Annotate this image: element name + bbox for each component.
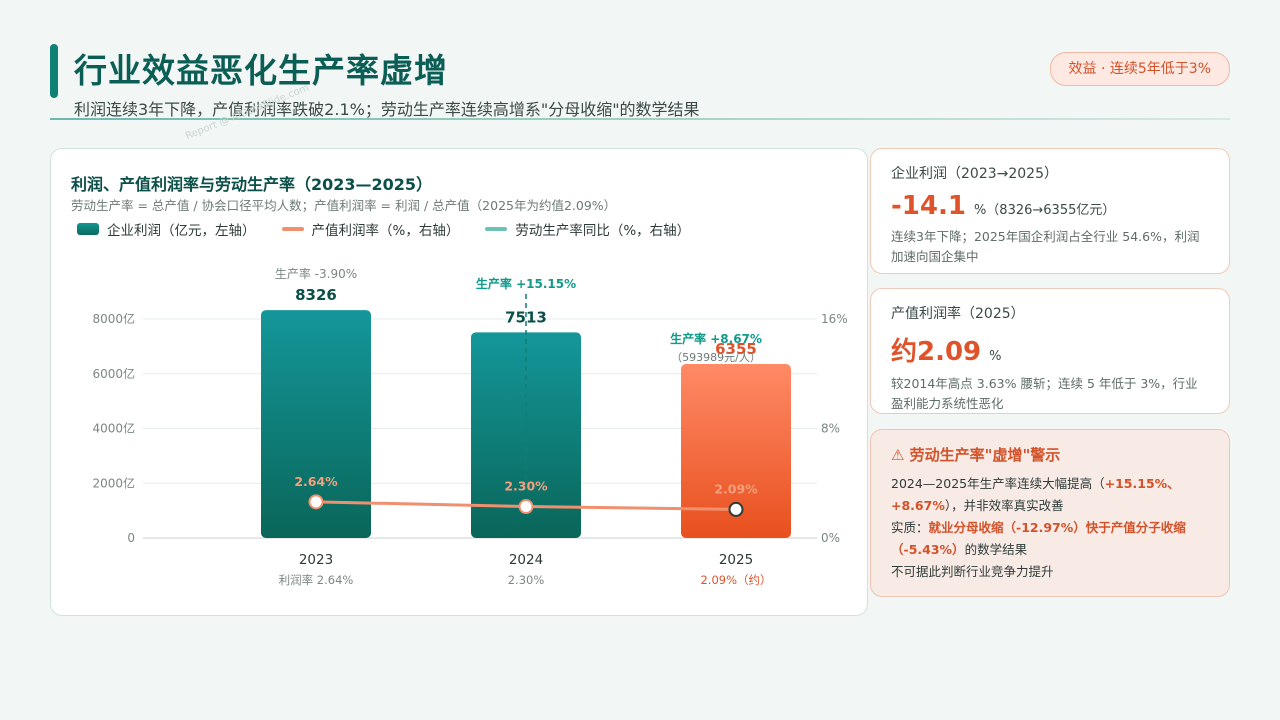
rate-point-2023 — [308, 494, 324, 510]
x-sublabel: 2.09%（约） — [700, 573, 771, 587]
y-right-tick-label: 8% — [821, 422, 840, 436]
y-right-tick-label: 16% — [821, 312, 848, 326]
page-subtitle: 利润连续3年下降，产值利润率跌破2.1%；劳动生产率连续高增系"分母收缩"的数学… — [74, 100, 700, 119]
y-left-tick-label: 6000亿 — [92, 366, 135, 381]
profit-chart: 02000亿4000亿6000亿8000亿0%8%16%832675136355… — [92, 266, 848, 587]
x-sublabel: 2.30% — [508, 573, 545, 587]
kpi-label-profit: 企业利润（2023→2025） — [891, 166, 1058, 182]
kpi-note-margin: 较2014年高点 3.63% 腰斩；连续 5 年低于 3%，行业盈利能力系统性恶… — [891, 376, 1198, 411]
warning-card: ⚠ 劳动生产率"虚增"警示 2024—2025年生产率连续大幅提高（+15.15… — [870, 429, 1230, 597]
kpi-value-margin: 约2.09 — [891, 337, 982, 367]
status-badge: 效益 · 连续5年低于3% — [1049, 52, 1230, 86]
kpi-note-profit: 连续3年下降；2025年国企利润占全行业 54.6%，利润加速向国企集中 — [891, 229, 1200, 264]
warning-highlight: 就业分母收缩（-12.97%）快于产值分子收缩（-5.43%） — [891, 520, 1186, 557]
x-tick-label: 2024 — [509, 552, 543, 568]
warning-text: 实质： — [891, 520, 929, 535]
x-tick-label: 2025 — [719, 552, 753, 568]
warning-line-2: 实质：就业分母收缩（-12.97%）快于产值分子收缩（-5.43%）的数学结果 — [891, 517, 1209, 561]
productivity-note-2025: （593989元/人） — [671, 351, 761, 364]
rate-value-label: 2.09% — [714, 481, 758, 496]
kpi-label-margin: 产值利润率（2025） — [891, 306, 1025, 322]
rate-point-2024 — [518, 499, 534, 515]
warning-text: 2024—2025年生产率连续大幅提高（ — [891, 476, 1105, 491]
warning-line-3: 不可据此判断行业竞争力提升 — [891, 564, 1054, 579]
productivity-label-2024: 生产率 +15.15% — [476, 276, 576, 291]
bar-value-label: 8326 — [295, 286, 337, 304]
rate-value-label: 2.30% — [504, 479, 548, 494]
productivity-label-2023: 生产率 -3.90% — [275, 266, 357, 281]
warning-line-1: 2024—2025年生产率连续大幅提高（+15.15%、+8.67%），并非效率… — [891, 473, 1209, 517]
y-left-tick-label: 8000亿 — [92, 311, 135, 326]
warning-text: 的数学结果 — [964, 542, 1028, 557]
page-title: 行业效益恶化生产率虚增 — [74, 51, 448, 90]
y-left-tick-label: 0 — [127, 531, 135, 545]
title-accent-bar — [50, 44, 58, 98]
rate-point-2025 — [728, 501, 744, 517]
x-tick-label: 2023 — [299, 552, 333, 568]
warning-title: ⚠ 劳动生产率"虚增"警示 — [891, 446, 1061, 464]
kpi-card-margin: 产值利润率（2025） 约2.09 % 较2014年高点 3.63% 腰斩；连续… — [870, 288, 1230, 414]
kpi-value-profit: -14.1 — [891, 191, 966, 221]
y-left-tick-label: 2000亿 — [92, 475, 135, 490]
kpi-card-profit: 企业利润（2023→2025） -14.1 %（8326→6355亿元） 连续3… — [870, 148, 1230, 274]
kpi-unit-profit: %（8326→6355亿元） — [973, 203, 1116, 218]
chart-card: 利润、产值利润率与劳动生产率（2023—2025） 劳动生产率 = 总产值 / … — [50, 148, 868, 616]
warning-text: ），并非效率真实改善 — [944, 498, 1064, 513]
y-right-tick-label: 0% — [821, 531, 840, 545]
y-left-tick-label: 4000亿 — [92, 421, 135, 436]
kpi-unit-margin: % — [989, 349, 1002, 364]
rate-value-label: 2.64% — [294, 474, 338, 489]
productivity-label-2025: 生产率 +8.67% — [670, 331, 762, 346]
x-sublabel: 利润率 2.64% — [279, 573, 354, 587]
